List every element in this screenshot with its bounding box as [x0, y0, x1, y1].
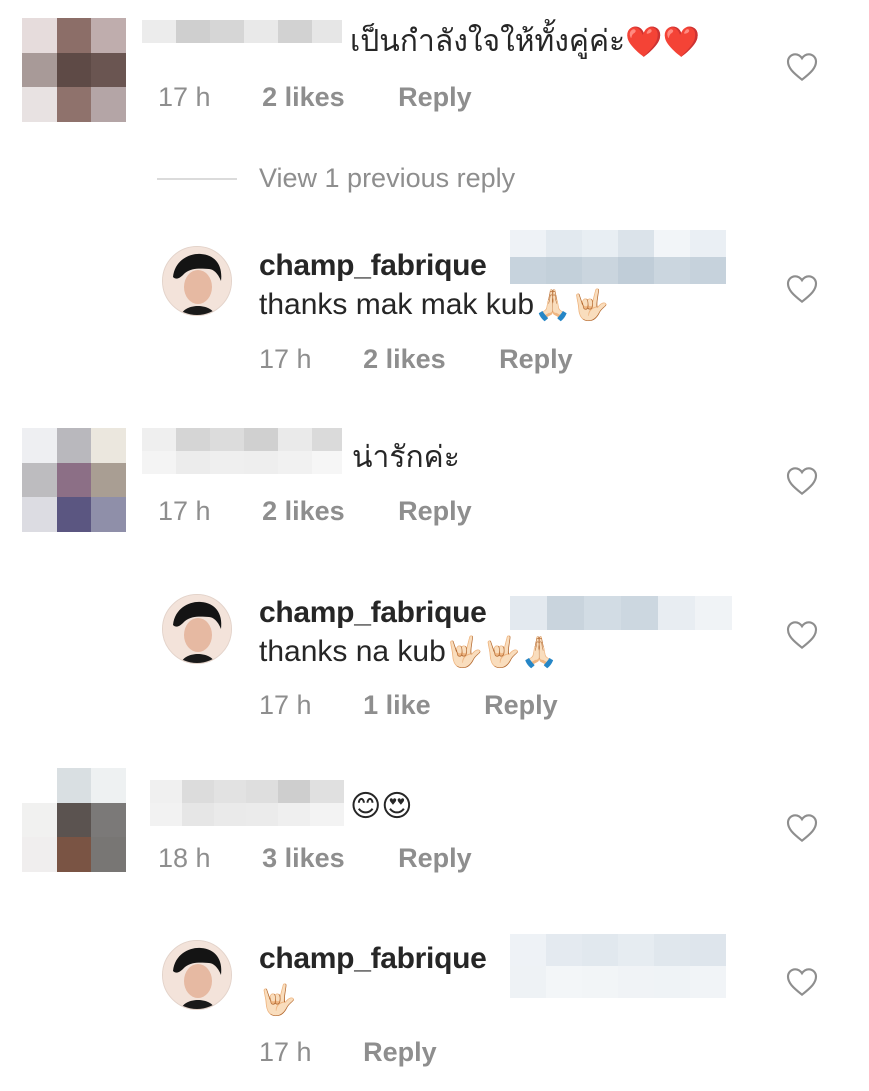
username-redacted[interactable]: [150, 780, 344, 826]
heart-outline-icon[interactable]: [786, 967, 818, 997]
likes-count[interactable]: 3 likes: [262, 843, 345, 873]
avatar[interactable]: [22, 18, 126, 122]
avatar[interactable]: [22, 768, 126, 872]
thread-divider: [157, 178, 237, 180]
comment-text: 😊😍: [350, 788, 413, 825]
comment-body: เป็นกำลังใจให้ทั้งคู่ค่ะ: [350, 25, 626, 58]
username-suffix-redacted: [510, 230, 726, 284]
heart-outline-icon[interactable]: [786, 274, 818, 304]
likes-count[interactable]: 2 likes: [262, 496, 345, 526]
comment-meta: 17 h 2 likes Reply: [158, 496, 472, 527]
love-you-gesture-emoji: 🤟🏻: [259, 984, 297, 1018]
comment-meta: 18 h 3 likes Reply: [158, 843, 472, 874]
timestamp[interactable]: 17 h: [259, 690, 312, 720]
username-suffix-redacted: [510, 596, 732, 630]
reply-button[interactable]: Reply: [484, 690, 558, 720]
reply-body: thanks mak mak kub: [259, 288, 535, 321]
heart-outline-icon[interactable]: [786, 466, 818, 496]
timestamp[interactable]: 17 h: [259, 1037, 312, 1067]
avatar[interactable]: [22, 428, 126, 532]
reply-button[interactable]: Reply: [398, 843, 472, 873]
avatar[interactable]: [162, 594, 232, 664]
heart-eyes-emoji: 😍: [381, 790, 413, 824]
username-suffix-redacted: [510, 934, 726, 998]
reply-body: thanks na kub: [259, 635, 446, 668]
timestamp[interactable]: 17 h: [158, 82, 211, 112]
comment-text: เป็นกำลังใจให้ทั้งคู่ค่ะ❤️❤️: [350, 24, 700, 61]
reply-button[interactable]: Reply: [499, 344, 573, 374]
comment-meta: 17 h 2 likes Reply: [158, 82, 472, 113]
reply-meta: 17 h 1 like Reply: [259, 690, 558, 721]
reply-username[interactable]: champ_fabrique: [259, 595, 487, 631]
timestamp[interactable]: 17 h: [158, 496, 211, 526]
reply-meta: 17 h 2 likes Reply: [259, 344, 573, 375]
username-redacted[interactable]: [142, 20, 342, 66]
reply-button[interactable]: Reply: [398, 82, 472, 112]
heart-emoji: ❤️: [662, 26, 700, 60]
avatar[interactable]: [162, 940, 232, 1010]
username-redacted[interactable]: [142, 428, 342, 474]
avatar[interactable]: [162, 246, 232, 316]
likes-count[interactable]: 2 likes: [262, 82, 345, 112]
timestamp[interactable]: 17 h: [259, 344, 312, 374]
heart-emoji: ❤️: [625, 26, 663, 60]
profile-photo: [163, 941, 231, 1009]
folded-hands-emoji: 🙏🏻: [534, 289, 572, 323]
comment-text: น่ารักค่ะ: [352, 441, 460, 474]
profile-photo: [163, 247, 231, 315]
reply-button[interactable]: Reply: [363, 1037, 437, 1067]
reply-text: 🤟🏻: [259, 982, 296, 1019]
love-you-gesture-emoji: 🤟🏻: [445, 636, 484, 670]
love-you-gesture-emoji: 🤟🏻: [483, 636, 521, 670]
view-replies-button[interactable]: View 1 previous reply: [259, 163, 515, 194]
likes-count[interactable]: 1 like: [363, 690, 431, 720]
likes-count[interactable]: 2 likes: [363, 344, 446, 374]
reply-meta: 17 h Reply: [259, 1037, 437, 1068]
heart-outline-icon[interactable]: [786, 813, 818, 843]
folded-hands-emoji: 🙏🏻: [520, 636, 558, 670]
love-you-gesture-emoji: 🤟🏻: [571, 289, 609, 323]
heart-outline-icon[interactable]: [786, 620, 818, 650]
reply-username[interactable]: champ_fabrique: [259, 248, 487, 284]
reply-text: thanks mak mak kub🙏🏻🤟🏻: [259, 287, 609, 324]
smiling-face-emoji: 😊: [350, 790, 382, 824]
timestamp[interactable]: 18 h: [158, 843, 211, 873]
reply-text: thanks na kub🤟🏻🤟🏻🙏🏻: [259, 634, 558, 671]
heart-outline-icon[interactable]: [786, 52, 818, 82]
reply-username[interactable]: champ_fabrique: [259, 941, 487, 977]
reply-button[interactable]: Reply: [398, 496, 472, 526]
profile-photo: [163, 595, 231, 663]
